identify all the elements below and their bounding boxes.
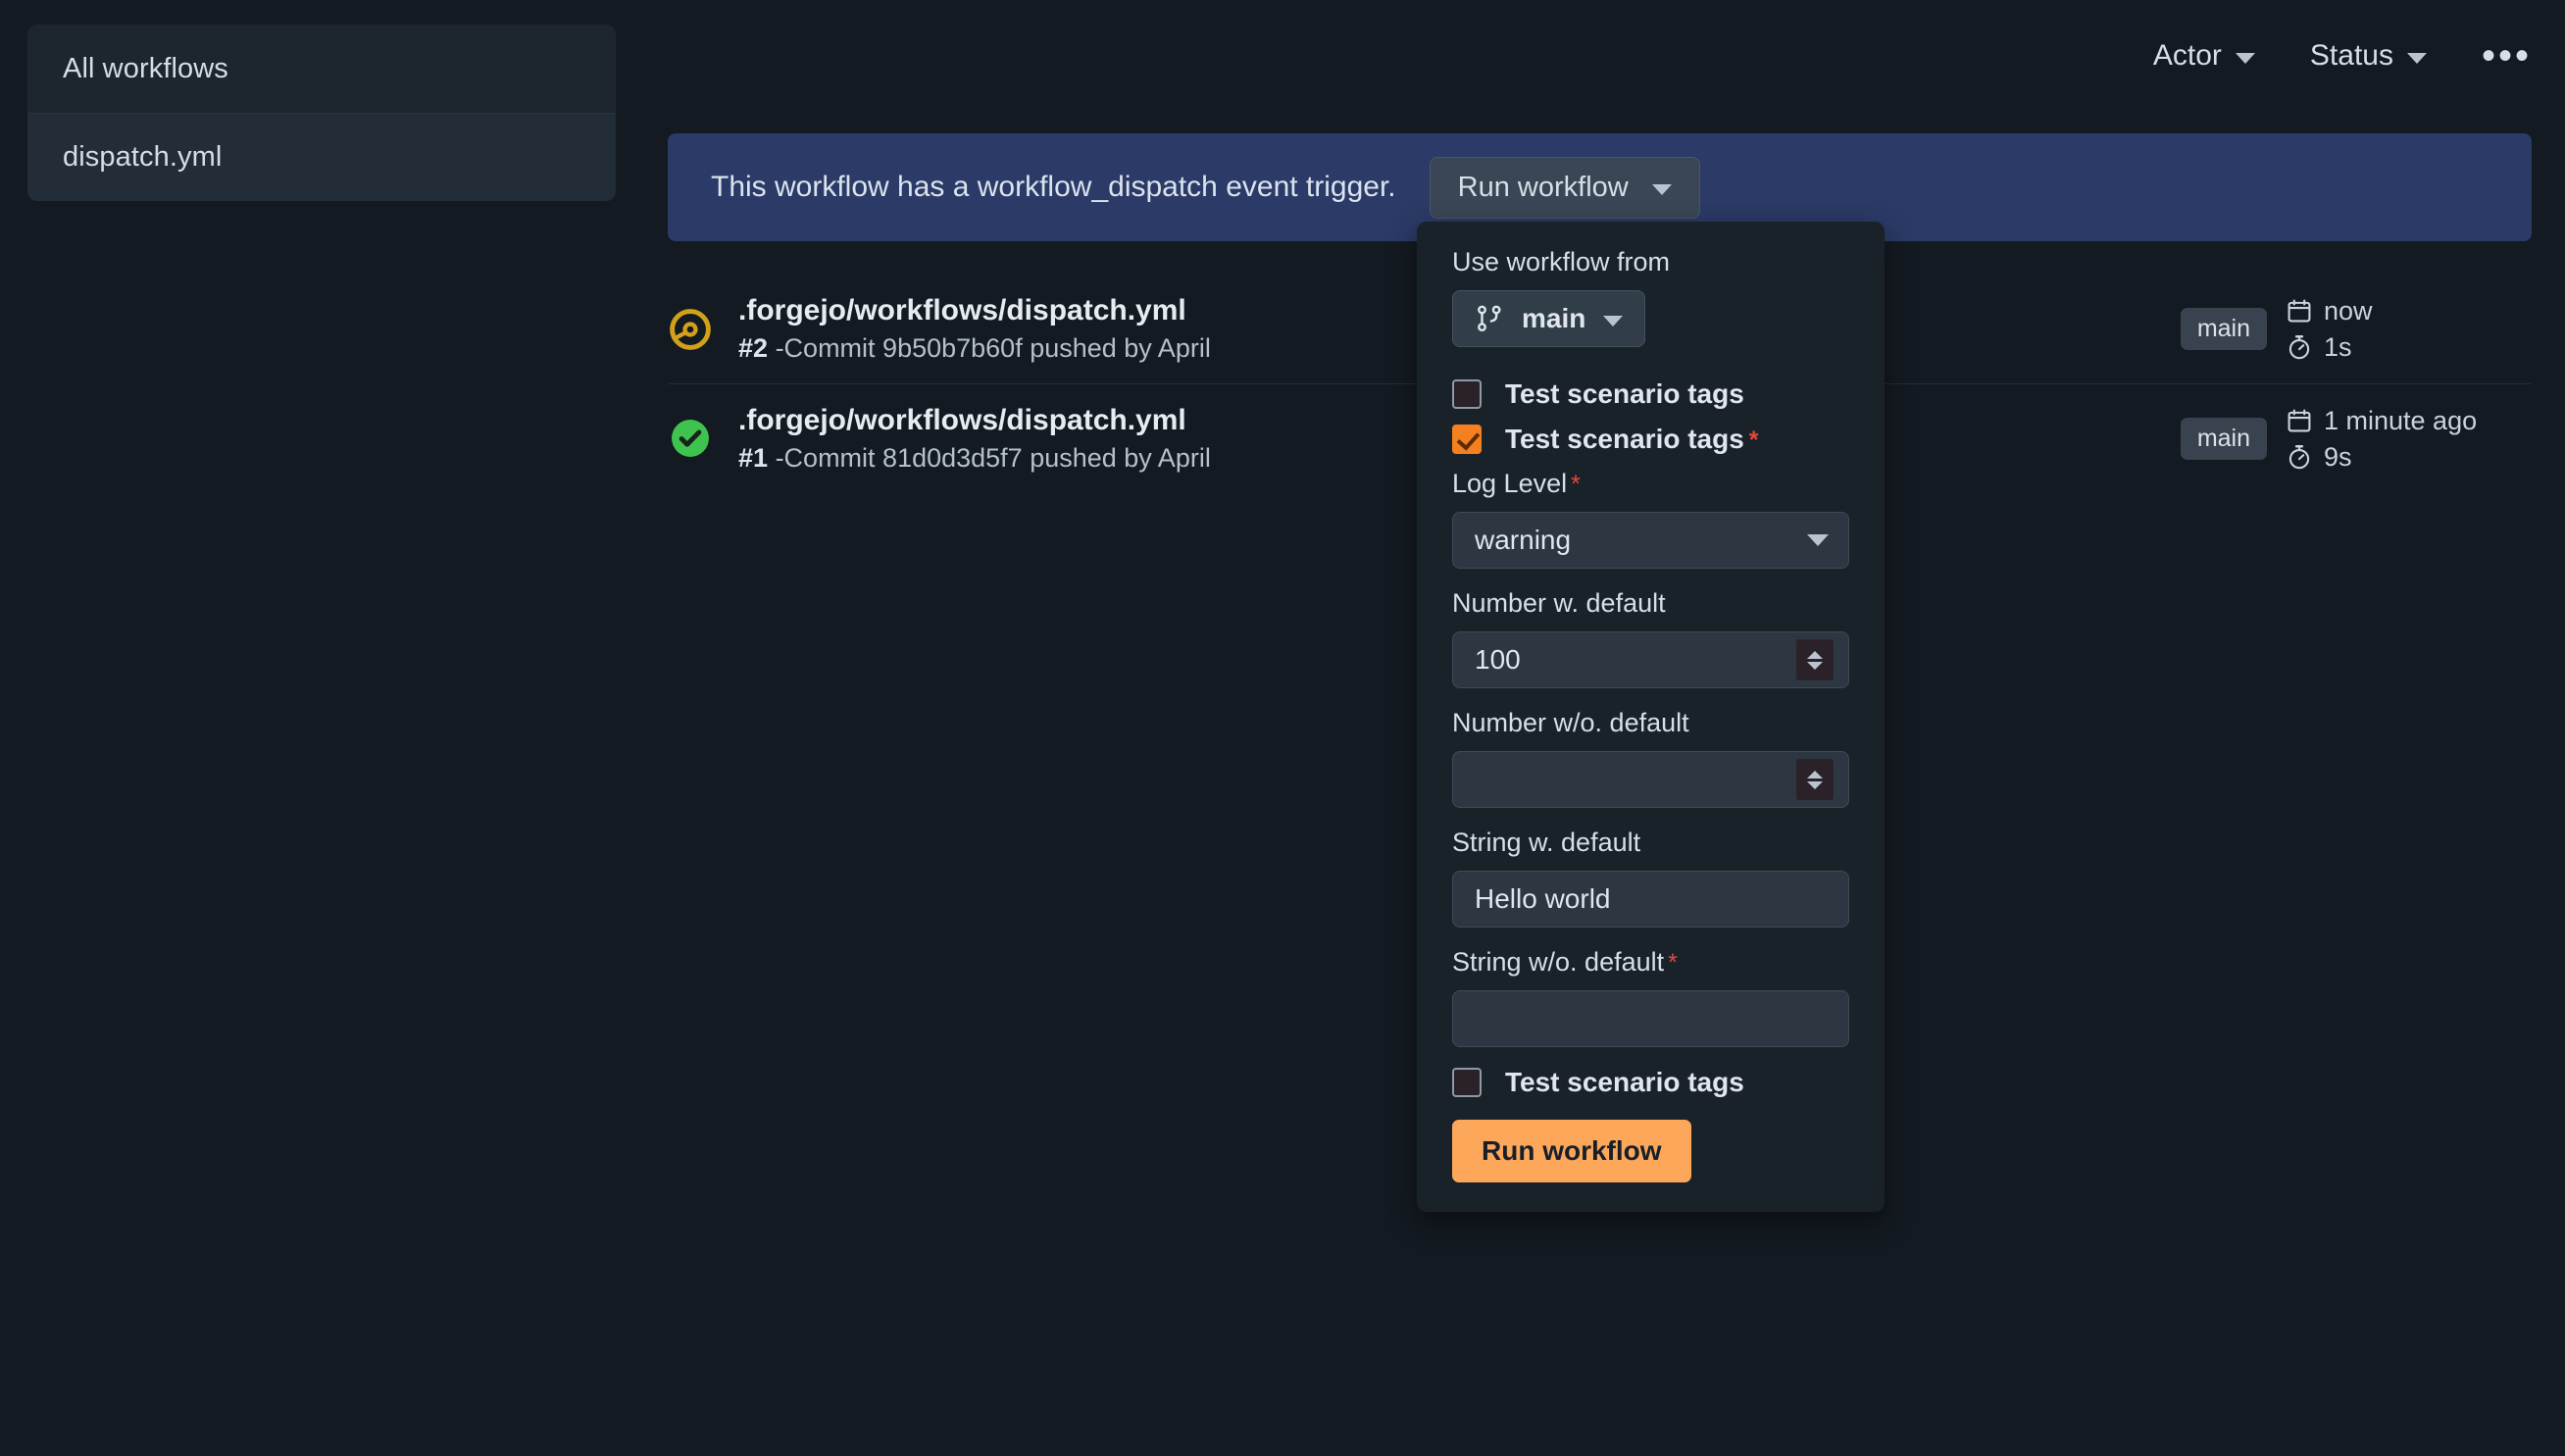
calendar-icon	[2287, 408, 2312, 433]
string-without-default-label-text: String w/o. default	[1452, 947, 1664, 978]
number-with-default-value: 100	[1475, 644, 1521, 676]
branch-selector[interactable]: main	[1452, 290, 1645, 347]
calendar-icon	[2287, 298, 2312, 324]
run-times: 1 minute ago 9s	[2287, 406, 2532, 473]
run-duration-label: 1s	[2324, 332, 2352, 363]
sidebar-item-all-workflows[interactable]: All workflows	[27, 25, 616, 113]
required-asterisk: *	[1668, 949, 1678, 978]
more-options-button[interactable]: •••	[2482, 46, 2532, 66]
header-actions: Actor Status •••	[2153, 39, 2532, 73]
run-meta: main now	[2181, 275, 2532, 383]
string-with-default-input[interactable]: Hello world	[1452, 871, 1849, 928]
chevron-down-icon[interactable]	[1807, 662, 1823, 670]
log-level-value: warning	[1475, 525, 1571, 556]
run-info: .forgejo/workflows/dispatch.yml #2 -Comm…	[738, 294, 1211, 364]
run-started-label: 1 minute ago	[2324, 406, 2477, 436]
status-filter-dropdown[interactable]: Status	[2310, 39, 2427, 73]
branch-badge[interactable]: main	[2181, 418, 2267, 460]
string-with-default-label: String w. default	[1452, 828, 1849, 858]
number-stepper[interactable]	[1796, 639, 1834, 680]
number-without-default-field: Number w/o. default	[1452, 708, 1849, 808]
run-title: .forgejo/workflows/dispatch.yml	[738, 294, 1211, 327]
string-with-default-value: Hello world	[1475, 883, 1611, 915]
sidebar-item-label: All workflows	[63, 53, 228, 85]
string-without-default-label: String w/o. default *	[1452, 947, 1849, 978]
run-duration: 1s	[2287, 332, 2532, 363]
chevron-down-icon	[2236, 53, 2255, 64]
log-level-select[interactable]: warning	[1452, 512, 1849, 569]
run-workflow-dropdown-panel: Use workflow from main Test scenario tag…	[1417, 222, 1885, 1212]
chevron-up-icon[interactable]	[1807, 771, 1823, 778]
log-level-label: Log Level *	[1452, 469, 1849, 499]
checkbox-label: Test scenario tags	[1505, 1067, 1744, 1098]
branch-badge[interactable]: main	[2181, 308, 2267, 350]
checkbox-unchecked-icon[interactable]	[1452, 1068, 1482, 1097]
log-level-field: Log Level * warning	[1452, 469, 1849, 569]
string-with-default-field: String w. default Hello world	[1452, 828, 1849, 928]
number-with-default-input[interactable]: 100	[1452, 631, 1849, 688]
run-started: 1 minute ago	[2287, 406, 2532, 436]
actor-filter-dropdown[interactable]: Actor	[2153, 39, 2255, 73]
chevron-up-icon[interactable]	[1807, 651, 1823, 659]
stopwatch-icon	[2287, 334, 2312, 360]
run-detail: -Commit 81d0d3d5f7 pushed by April	[776, 443, 1211, 473]
run-meta: main 1 minute ago	[2181, 384, 2532, 493]
run-workflow-dropdown-trigger[interactable]: Run workflow	[1430, 157, 1700, 219]
chevron-down-icon	[1807, 534, 1829, 546]
run-info: .forgejo/workflows/dispatch.yml #1 -Comm…	[738, 404, 1211, 474]
workflow-sidebar: All workflows dispatch.yml	[27, 25, 616, 201]
run-detail: -Commit 9b50b7b60f pushed by April	[776, 333, 1211, 363]
checkbox-label-text: Test scenario tags	[1505, 1067, 1744, 1098]
run-number: #1	[738, 443, 768, 473]
use-workflow-from-label: Use workflow from	[1452, 247, 1849, 277]
chevron-down-icon	[1652, 184, 1672, 195]
stopwatch-icon	[2287, 444, 2312, 470]
banner-message: This workflow has a workflow_dispatch ev…	[711, 171, 1396, 204]
chevron-down-icon	[2407, 53, 2427, 64]
status-filter-label: Status	[2310, 39, 2393, 73]
status-running-icon	[668, 307, 713, 352]
run-workflow-trigger-label: Run workflow	[1458, 172, 1629, 204]
required-asterisk: *	[1749, 427, 1759, 455]
checkbox-label: Test scenario tags *	[1505, 424, 1759, 455]
run-subtitle: #1 -Commit 81d0d3d5f7 pushed by April	[738, 443, 1211, 474]
run-number: #2	[738, 333, 768, 363]
status-success-icon	[668, 416, 713, 461]
run-times: now 1s	[2287, 296, 2532, 363]
sidebar-item-label: dispatch.yml	[63, 141, 222, 174]
checkbox-unchecked-icon[interactable]	[1452, 379, 1482, 409]
workflow-actions-page: All workflows dispatch.yml Actor Status …	[0, 0, 2565, 1456]
number-without-default-input[interactable]	[1452, 751, 1849, 808]
checkbox-label-text: Test scenario tags	[1505, 378, 1744, 410]
string-without-default-field: String w/o. default *	[1452, 947, 1849, 1047]
checkbox-label: Test scenario tags	[1505, 378, 1744, 410]
run-workflow-submit-button[interactable]: Run workflow	[1452, 1120, 1691, 1182]
run-subtitle: #2 -Commit 9b50b7b60f pushed by April	[738, 333, 1211, 364]
actor-filter-label: Actor	[2153, 39, 2222, 73]
checkbox-row-2[interactable]: Test scenario tags *	[1452, 424, 1849, 455]
required-asterisk: *	[1571, 471, 1581, 499]
git-branch-icon	[1475, 304, 1504, 333]
number-without-default-label: Number w/o. default	[1452, 708, 1849, 738]
string-without-default-input[interactable]	[1452, 990, 1849, 1047]
number-with-default-field: Number w. default 100	[1452, 588, 1849, 688]
branch-selector-value: main	[1522, 303, 1585, 334]
run-started: now	[2287, 296, 2532, 326]
number-stepper[interactable]	[1796, 759, 1834, 800]
chevron-down-icon[interactable]	[1807, 781, 1823, 789]
log-level-label-text: Log Level	[1452, 469, 1567, 499]
run-title: .forgejo/workflows/dispatch.yml	[738, 404, 1211, 437]
run-duration-label: 9s	[2324, 442, 2352, 473]
run-started-label: now	[2324, 296, 2373, 326]
checkbox-checked-icon[interactable]	[1452, 425, 1482, 454]
checkbox-label-text: Test scenario tags	[1505, 424, 1744, 455]
sidebar-item-dispatch-yml[interactable]: dispatch.yml	[27, 113, 616, 201]
run-duration: 9s	[2287, 442, 2532, 473]
chevron-down-icon	[1603, 316, 1623, 326]
number-with-default-label: Number w. default	[1452, 588, 1849, 619]
checkbox-row-1[interactable]: Test scenario tags	[1452, 378, 1849, 410]
checkbox-row-3[interactable]: Test scenario tags	[1452, 1067, 1849, 1098]
